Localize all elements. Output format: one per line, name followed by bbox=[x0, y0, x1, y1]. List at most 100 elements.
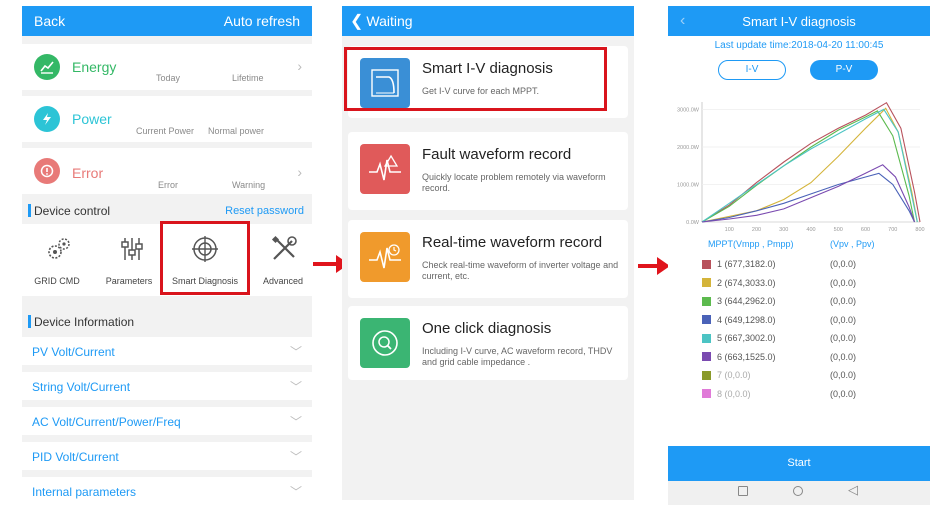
grid-cmd-button[interactable]: GRID CMD bbox=[22, 224, 92, 296]
error-icon bbox=[34, 158, 60, 184]
chevron-left-icon[interactable]: ‹ bbox=[680, 12, 685, 30]
legend-item: 8 (0,0.0) bbox=[702, 389, 751, 399]
power-card[interactable]: Power Current Power Normal power bbox=[22, 96, 312, 142]
series-line-5 bbox=[701, 108, 918, 223]
mppt-header: MPPT(Vmpp , Pmpp) bbox=[708, 239, 794, 249]
energy-label: Energy bbox=[72, 59, 117, 75]
highlight-box bbox=[344, 47, 607, 111]
iv-diagnosis-screen: ‹ Smart I-V diagnosis Last update time:2… bbox=[668, 6, 930, 505]
series-line-4 bbox=[701, 172, 915, 223]
back-button[interactable]: Back bbox=[34, 13, 65, 29]
tab-pv[interactable]: P-V bbox=[810, 60, 878, 80]
legend-ppv-value: (0,0.0) bbox=[830, 296, 857, 306]
x-tick-label: 800 bbox=[915, 227, 924, 233]
info-row-label: Internal parameters bbox=[32, 485, 137, 499]
legend-label: 8 (0,0.0) bbox=[717, 388, 751, 399]
series-line-1 bbox=[701, 101, 921, 223]
last-update-text: Last update time:2018-04-20 11:00:45 bbox=[714, 40, 884, 51]
legend-ppv-value: (0,0.0) bbox=[830, 370, 857, 380]
series-line-2 bbox=[701, 107, 918, 223]
warning-col-label: Warning bbox=[232, 180, 266, 190]
y-tick-label: 1000.0W bbox=[677, 183, 700, 189]
legend-item: 3 (644,2962.0) bbox=[702, 296, 776, 306]
info-row-ac[interactable]: AC Volt/Current/Power/Freq ﹀ bbox=[22, 407, 312, 435]
info-row-label: AC Volt/Current/Power/Freq bbox=[32, 415, 181, 429]
parameters-button[interactable]: Parameters bbox=[94, 224, 160, 296]
fault-waveform-card[interactable]: Fault waveform record Quickly locate pro… bbox=[348, 132, 628, 210]
card-description: Quickly locate problem remotely via wave… bbox=[422, 172, 606, 193]
legend-item: 4 (649,1298.0) bbox=[702, 315, 776, 325]
legend-label: 5 (667,3002.0) bbox=[717, 333, 776, 343]
info-row-label: PV Volt/Current bbox=[32, 345, 115, 359]
highlight-box bbox=[160, 221, 250, 295]
flow-arrow-icon bbox=[313, 255, 349, 273]
chevron-down-icon: ﹀ bbox=[289, 450, 302, 464]
tab-iv[interactable]: I-V bbox=[718, 60, 786, 80]
card-title: One click diagnosis bbox=[422, 320, 552, 337]
y-tick-label: 3000.0W bbox=[677, 108, 700, 114]
power-normal-label: Normal power bbox=[208, 126, 265, 136]
card-title: Fault waveform record bbox=[422, 146, 572, 163]
advanced-label: Advanced bbox=[262, 276, 304, 286]
series-line-3 bbox=[701, 110, 916, 223]
info-row-label: String Volt/Current bbox=[32, 380, 131, 394]
x-tick-label: 700 bbox=[888, 227, 897, 233]
device-info-header: Device Information bbox=[22, 311, 312, 333]
start-button[interactable]: Start bbox=[668, 446, 930, 481]
grid-cmd-label: GRID CMD bbox=[34, 276, 80, 286]
x-tick-label: 600 bbox=[861, 227, 870, 233]
info-row-pv[interactable]: PV Volt/Current ﹀ bbox=[22, 337, 312, 365]
auto-refresh-button[interactable]: Auto refresh bbox=[224, 13, 300, 29]
legend-label: 3 (644,2962.0) bbox=[717, 296, 776, 306]
info-row-pid[interactable]: PID Volt/Current ﹀ bbox=[22, 442, 312, 470]
legend-item: 5 (667,3002.0) bbox=[702, 333, 776, 343]
advanced-button[interactable]: Advanced bbox=[254, 224, 312, 296]
y-tick-label: 0.0W bbox=[686, 220, 700, 226]
chevron-left-icon[interactable]: ❮ bbox=[350, 11, 363, 31]
fault-waveform-icon bbox=[360, 144, 410, 194]
gears-icon bbox=[48, 238, 70, 259]
flow-arrow-icon bbox=[638, 257, 670, 275]
back-button[interactable]: Waiting bbox=[366, 13, 412, 29]
legend-label: 7 (0,0.0) bbox=[717, 370, 751, 380]
legend-label: 6 (663,1525.0) bbox=[717, 351, 776, 362]
top-bar: Back Auto refresh bbox=[22, 6, 312, 36]
legend-ppv-value: (0,0.0) bbox=[830, 388, 857, 399]
legend-item: 6 (663,1525.0) bbox=[702, 352, 776, 362]
chevron-down-icon: ﹀ bbox=[289, 485, 302, 499]
chevron-right-icon: › bbox=[297, 164, 302, 180]
card-title: Real-time waveform record bbox=[422, 234, 603, 251]
recent-apps-icon[interactable] bbox=[738, 486, 748, 496]
info-row-internal[interactable]: Internal parameters ﹀ bbox=[22, 477, 312, 500]
page-title: Smart I-V diagnosis bbox=[742, 13, 856, 29]
top-bar: ‹ Smart I-V diagnosis bbox=[668, 6, 930, 36]
tools-icon bbox=[271, 235, 297, 260]
reset-password-link[interactable]: Reset password bbox=[225, 205, 304, 217]
chevron-right-icon: › bbox=[297, 58, 302, 74]
energy-today-label: Today bbox=[156, 73, 181, 83]
back-nav-icon[interactable]: ◁ bbox=[848, 482, 858, 498]
legend-ppv-value: (0,0.0) bbox=[830, 314, 857, 325]
legend-item: 7 (0,0.0) bbox=[702, 370, 751, 380]
x-tick-label: 300 bbox=[779, 227, 788, 233]
legend-ppv-value: (0,0.0) bbox=[830, 351, 857, 362]
one-click-diagnosis-card[interactable]: One click diagnosis Including I-V curve,… bbox=[348, 306, 628, 380]
energy-card[interactable]: Energy Today Lifetime › bbox=[22, 44, 312, 90]
legend-swatch bbox=[702, 315, 711, 324]
error-label: Error bbox=[72, 165, 104, 181]
error-card[interactable]: Error Error Warning › bbox=[22, 148, 312, 194]
realtime-waveform-card[interactable]: Real-time waveform record Check real-tim… bbox=[348, 220, 628, 298]
one-click-diagnosis-icon bbox=[360, 318, 410, 368]
info-row-label: PID Volt/Current bbox=[32, 450, 119, 464]
info-row-string[interactable]: String Volt/Current ﹀ bbox=[22, 372, 312, 400]
power-current-label: Current Power bbox=[136, 126, 195, 136]
android-nav-bar: ◁ bbox=[668, 481, 930, 505]
home-icon[interactable] bbox=[793, 486, 803, 496]
y-tick-label: 2000.0W bbox=[677, 145, 700, 151]
realtime-waveform-icon bbox=[360, 232, 410, 282]
legend-item: 2 (674,3033.0) bbox=[702, 278, 776, 288]
card-description: Check real-time waveform of inverter vol… bbox=[422, 260, 619, 281]
x-tick-label: 400 bbox=[806, 227, 815, 233]
error-col-label: Error bbox=[158, 180, 178, 190]
legend-swatch bbox=[702, 389, 711, 398]
